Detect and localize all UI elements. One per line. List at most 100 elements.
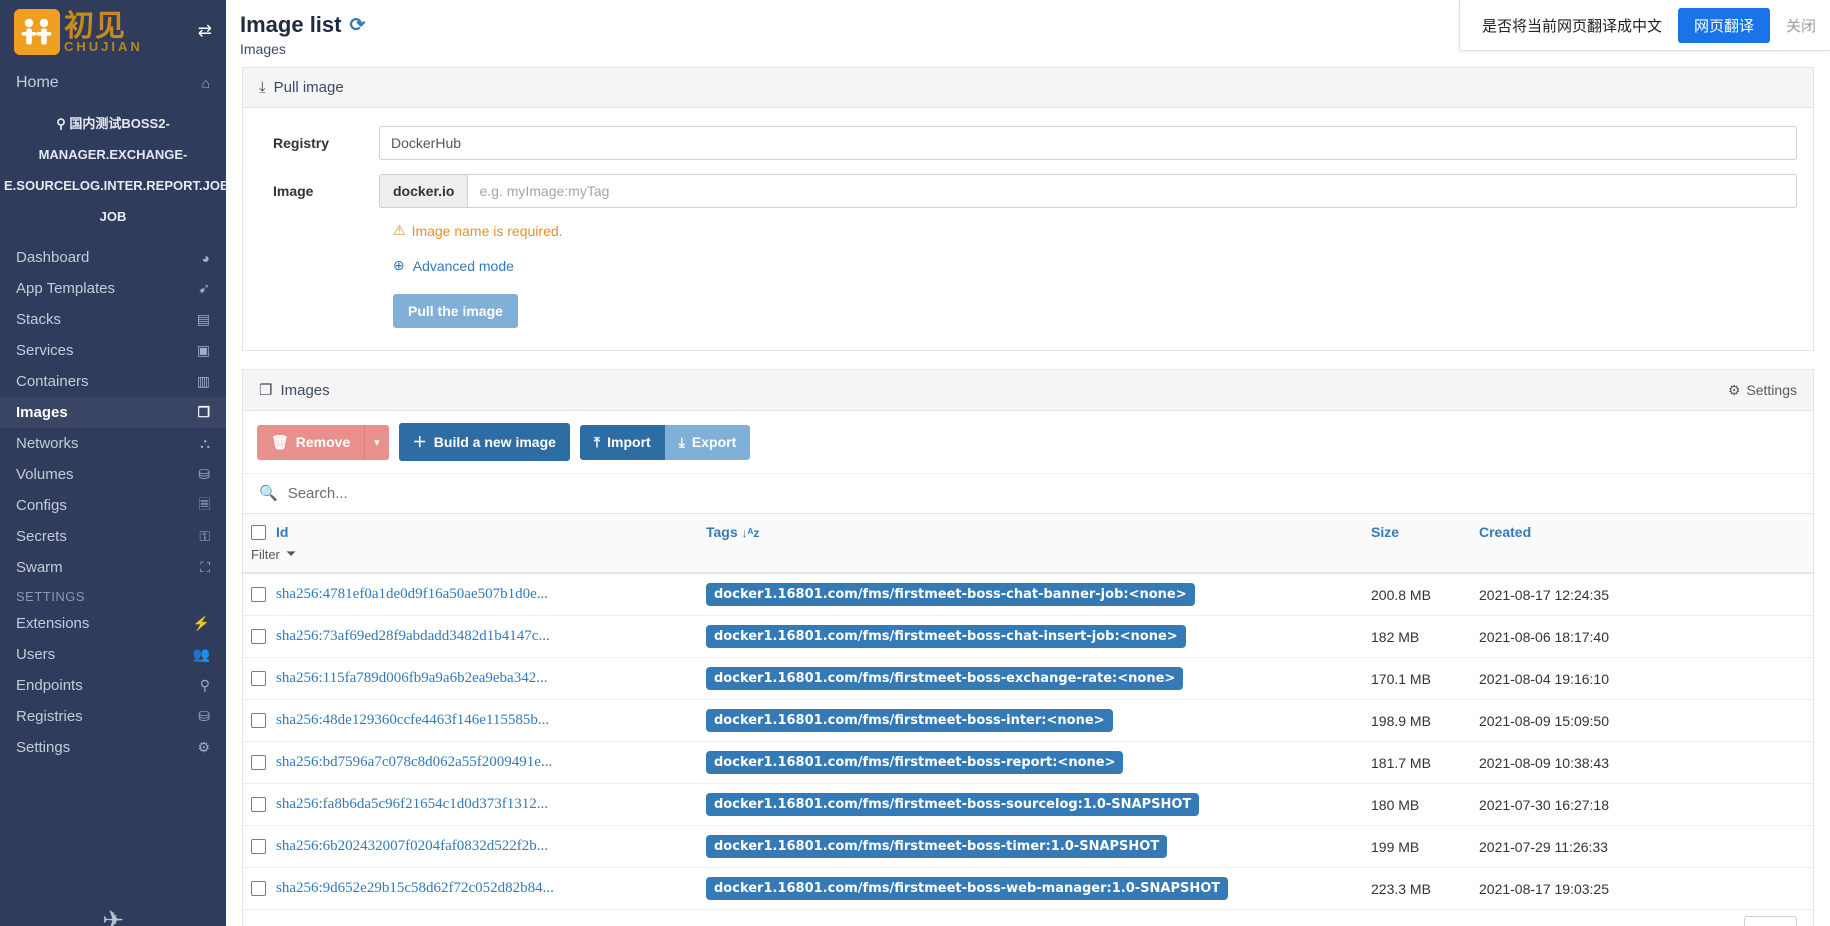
cell-id: sha256:6b202432007f0204faf0832d522f2b... (243, 825, 698, 868)
build-new-image-button[interactable]: ＋ Build a new image (398, 423, 570, 461)
image-id-link[interactable]: sha256:6b202432007f0204faf0832d522f2b... (276, 838, 548, 855)
image-tag-badge[interactable]: docker1.16801.com/fms/firstmeet-boss-web… (706, 877, 1229, 900)
filter-label: Filter (251, 546, 280, 562)
row-checkbox[interactable] (251, 629, 266, 644)
column-header-size[interactable]: Size (1363, 513, 1471, 574)
translate-page-button[interactable]: 网页翻译 (1677, 7, 1770, 43)
image-id-link[interactable]: sha256:9d652e29b15c58d62f72c052d82b84... (276, 880, 554, 897)
image-tag-badge[interactable]: docker1.16801.com/fms/firstmeet-boss-sou… (706, 793, 1200, 816)
refresh-icon[interactable]: ⟳ (349, 14, 365, 37)
registry-row: Registry DockerHub (259, 126, 1797, 160)
image-id-link[interactable]: sha256:48de129360ccfe4463f146e115585b... (276, 712, 549, 729)
paper-plane-icon: ✈ (102, 905, 124, 926)
image-id-link[interactable]: sha256:fa8b6da5c96f21654c1d0d373f1312... (276, 796, 548, 813)
table-row[interactable]: sha256:fa8b6da5c96f21654c1d0d373f1312...… (243, 783, 1813, 826)
table-row[interactable]: sha256:6b202432007f0204faf0832d522f2b...… (243, 825, 1813, 868)
sidebar-item-label: Extensions (16, 615, 90, 632)
image-tag-badge[interactable]: docker1.16801.com/fms/firstmeet-boss-rep… (706, 751, 1124, 774)
table-row[interactable]: sha256:48de129360ccfe4463f146e115585b...… (243, 699, 1813, 742)
sidebar-item-swarm[interactable]: Swarm ⛶ (0, 552, 226, 583)
export-button[interactable]: ⤓ Export (664, 424, 751, 460)
globe-icon: ⊕ (393, 257, 405, 273)
table-row[interactable]: sha256:73af69ed28f9abdadd3482d1b4147c...… (243, 615, 1813, 658)
pull-image-panel: ⤓ Pull image Registry DockerHub Image do… (242, 67, 1814, 351)
table-row[interactable]: sha256:bd7596a7c078c8d062a55f2009491e...… (243, 741, 1813, 784)
table-settings-button[interactable]: ⚙ Settings (1728, 382, 1797, 399)
sidebar-item-volumes[interactable]: Volumes ⛁ (0, 459, 226, 490)
filter-control[interactable]: Filter ⏷ (251, 546, 690, 562)
containers-icon: ▥ (196, 373, 210, 389)
table-row[interactable]: sha256:4781ef0a1de0d9f16a50ae507b1d0e...… (243, 573, 1813, 616)
sidebar-item-dashboard[interactable]: Dashboard ◕ (0, 242, 226, 273)
sidebar-item-extensions[interactable]: Extensions ⚡ (0, 608, 226, 639)
image-id-link[interactable]: sha256:115fa789d006fb9a9a6b2ea9eba342... (276, 670, 547, 687)
cell-tags: docker1.16801.com/fms/firstmeet-boss-cha… (698, 573, 1363, 616)
image-id-link[interactable]: sha256:4781ef0a1de0d9f16a50ae507b1d0e... (276, 586, 548, 603)
sidebar-item-users[interactable]: Users 👥 (0, 639, 226, 670)
gears-icon: ⚙ (197, 739, 210, 755)
table-row[interactable]: sha256:115fa789d006fb9a9a6b2ea9eba342...… (243, 657, 1813, 700)
row-checkbox[interactable] (251, 839, 266, 854)
sidebar-item-registries[interactable]: Registries ⛁ (0, 701, 226, 732)
cell-created: 2021-08-09 15:09:50 (1471, 699, 1813, 742)
toggle-sidebar-icon[interactable]: ⇄ (198, 22, 212, 39)
sidebar-item-secrets[interactable]: Secrets ⚿ (0, 521, 226, 552)
volumes-icon: ⛁ (198, 466, 210, 482)
column-header-tags[interactable]: Tags ↓ᴬz (698, 513, 1363, 574)
sidebar-item-app-templates[interactable]: App Templates ➹ (0, 273, 226, 304)
images-panel-header: ❐ Images ⚙ Settings (243, 370, 1813, 411)
remove-split-button: 🗑 Remove ▾ (257, 424, 389, 460)
database-icon: ⛁ (198, 708, 210, 724)
table-row[interactable]: sha256:9d652e29b15c58d62f72c052d82b84...… (243, 867, 1813, 910)
items-per-page-select[interactable]: 10 ▾ (1744, 916, 1797, 926)
sidebar-item-home[interactable]: Home ⌂ (0, 64, 226, 102)
image-name-input[interactable] (467, 174, 1797, 208)
cell-id: sha256:bd7596a7c078c8d062a55f2009491e... (243, 741, 698, 784)
image-tag-badge[interactable]: docker1.16801.com/fms/firstmeet-boss-cha… (706, 583, 1195, 606)
sidebar-item-endpoints[interactable]: Endpoints ⚲ (0, 670, 226, 701)
import-button[interactable]: ⤒ Import (579, 424, 665, 460)
image-tag-badge[interactable]: docker1.16801.com/fms/firstmeet-boss-exc… (706, 667, 1184, 690)
cell-id: sha256:4781ef0a1de0d9f16a50ae507b1d0e... (243, 573, 698, 616)
image-tag-badge[interactable]: docker1.16801.com/fms/firstmeet-boss-tim… (706, 835, 1168, 858)
image-tag-badge[interactable]: docker1.16801.com/fms/firstmeet-boss-int… (706, 709, 1113, 732)
cell-created: 2021-07-29 11:26:33 (1471, 825, 1813, 868)
sidebar-item-label: Networks (16, 435, 79, 452)
remove-button[interactable]: 🗑 Remove (257, 424, 365, 460)
select-all-checkbox[interactable] (251, 524, 266, 540)
sidebar-item-images[interactable]: Images ❐ (0, 397, 226, 428)
gear-icon: ⚙ (1727, 381, 1741, 398)
row-checkbox[interactable] (251, 587, 266, 602)
row-checkbox[interactable] (251, 713, 266, 728)
sidebar-item-networks[interactable]: Networks ⛬ (0, 428, 226, 459)
image-tag-badge[interactable]: docker1.16801.com/fms/firstmeet-boss-cha… (706, 625, 1186, 648)
cell-tags: docker1.16801.com/fms/firstmeet-boss-rep… (698, 741, 1363, 784)
sidebar-item-label: Stacks (16, 311, 62, 328)
image-name-validation-message: ⚠ Image name is required. (259, 222, 1797, 239)
sidebar-item-containers[interactable]: Containers ▥ (0, 366, 226, 397)
image-id-link[interactable]: sha256:73af69ed28f9abdadd3482d1b4147c... (276, 628, 550, 645)
cell-id: sha256:48de129360ccfe4463f146e115585b... (243, 699, 698, 742)
sidebar-item-configs[interactable]: Configs 🗏 (0, 490, 226, 521)
cell-size: 200.8 MB (1363, 573, 1471, 616)
remove-dropdown-caret-icon[interactable]: ▾ (364, 424, 389, 460)
row-checkbox[interactable] (251, 671, 266, 686)
row-checkbox[interactable] (251, 755, 266, 770)
registry-select[interactable]: DockerHub (379, 126, 1797, 160)
advanced-mode-link[interactable]: ⊕ Advanced mode (259, 257, 1797, 274)
translate-close-link[interactable]: 关闭 (1786, 15, 1816, 36)
column-header-id[interactable]: Id Filter ⏷ (243, 513, 698, 574)
column-header-created[interactable]: Created (1471, 513, 1813, 574)
row-checkbox[interactable] (251, 797, 266, 812)
search-input[interactable] (287, 484, 1799, 502)
cell-size: 181.7 MB (1363, 741, 1471, 784)
trash-icon: 🗑 (271, 433, 289, 450)
sidebar-item-services[interactable]: Services ▣ (0, 335, 226, 366)
plus-icon: ＋ (412, 434, 427, 450)
image-id-link[interactable]: sha256:bd7596a7c078c8d062a55f2009491e... (276, 754, 552, 771)
sidebar-logo[interactable]: 初见 CHUJIAN ⇄ (0, 0, 226, 64)
row-checkbox[interactable] (251, 881, 266, 896)
sidebar-item-stacks[interactable]: Stacks ▤ (0, 304, 226, 335)
sidebar-item-settings[interactable]: Settings ⚙ (0, 732, 226, 763)
pull-the-image-button[interactable]: Pull the image (393, 294, 518, 328)
